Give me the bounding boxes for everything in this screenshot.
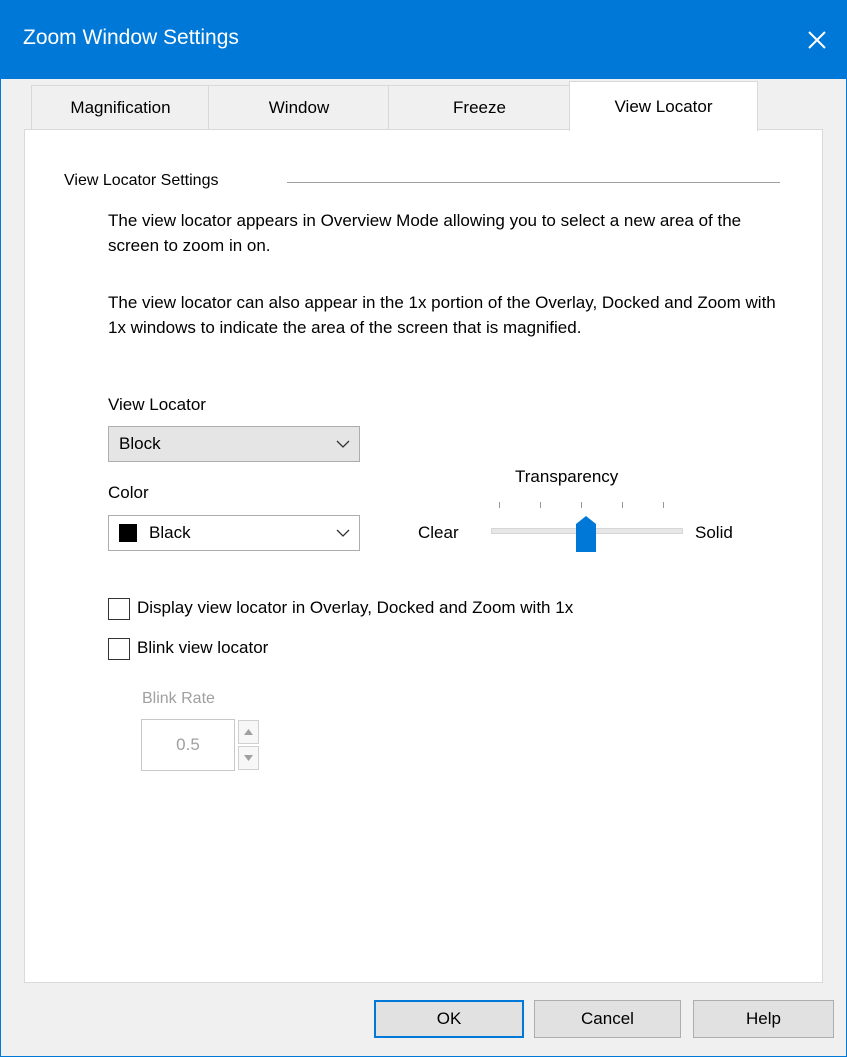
window-title: Zoom Window Settings <box>23 26 239 49</box>
close-icon <box>808 31 826 49</box>
transparency-min-label: Clear <box>418 523 459 542</box>
slider-ticks <box>491 502 681 508</box>
arrow-up-icon <box>244 729 253 735</box>
chevron-down-icon <box>327 529 359 538</box>
view-locator-label: View Locator <box>108 395 206 414</box>
dialog-window: Zoom Window Settings Magnification Windo… <box>0 0 847 1057</box>
transparency-thumb[interactable] <box>575 516 597 557</box>
tab-view-locator[interactable]: View Locator <box>569 81 758 131</box>
blink-rate-label: Blink Rate <box>142 690 215 707</box>
blink-view-locator-label[interactable]: Blink view locator <box>137 638 268 658</box>
group-divider <box>287 182 780 183</box>
transparency-label: Transparency <box>515 467 619 486</box>
cancel-button[interactable]: Cancel <box>534 1000 681 1038</box>
tab-panel: View Locator Settings The view locator a… <box>24 129 823 983</box>
tab-freeze[interactable]: Freeze <box>388 85 571 130</box>
ok-button[interactable]: OK <box>374 1000 524 1038</box>
transparency-max-label: Solid <box>695 523 733 542</box>
color-swatch <box>119 524 137 542</box>
chevron-down-icon <box>327 440 359 449</box>
view-locator-dropdown[interactable]: Block <box>108 426 360 462</box>
display-view-locator-checkbox[interactable] <box>108 598 130 620</box>
tab-magnification[interactable]: Magnification <box>31 85 210 130</box>
view-locator-value: Block <box>119 434 161 453</box>
color-value: Black <box>149 523 191 542</box>
blink-view-locator-checkbox[interactable] <box>108 638 130 660</box>
description-paragraph-2: The view locator can also appear in the … <box>108 293 776 337</box>
title-bar: Zoom Window Settings <box>1 1 846 79</box>
close-button[interactable] <box>788 1 846 79</box>
help-button[interactable]: Help <box>693 1000 834 1038</box>
blink-rate-input: 0.5 <box>141 719 235 771</box>
group-title: View Locator Settings <box>64 172 219 189</box>
arrow-down-icon <box>244 755 253 761</box>
spin-up-button <box>238 720 259 744</box>
color-label: Color <box>108 483 149 502</box>
description-paragraph-1: The view locator appears in Overview Mod… <box>108 211 742 255</box>
spin-down-button <box>238 746 259 770</box>
tab-window[interactable]: Window <box>208 85 390 130</box>
color-dropdown[interactable]: Black <box>108 515 360 551</box>
display-view-locator-label[interactable]: Display view locator in Overlay, Docked … <box>137 598 573 618</box>
